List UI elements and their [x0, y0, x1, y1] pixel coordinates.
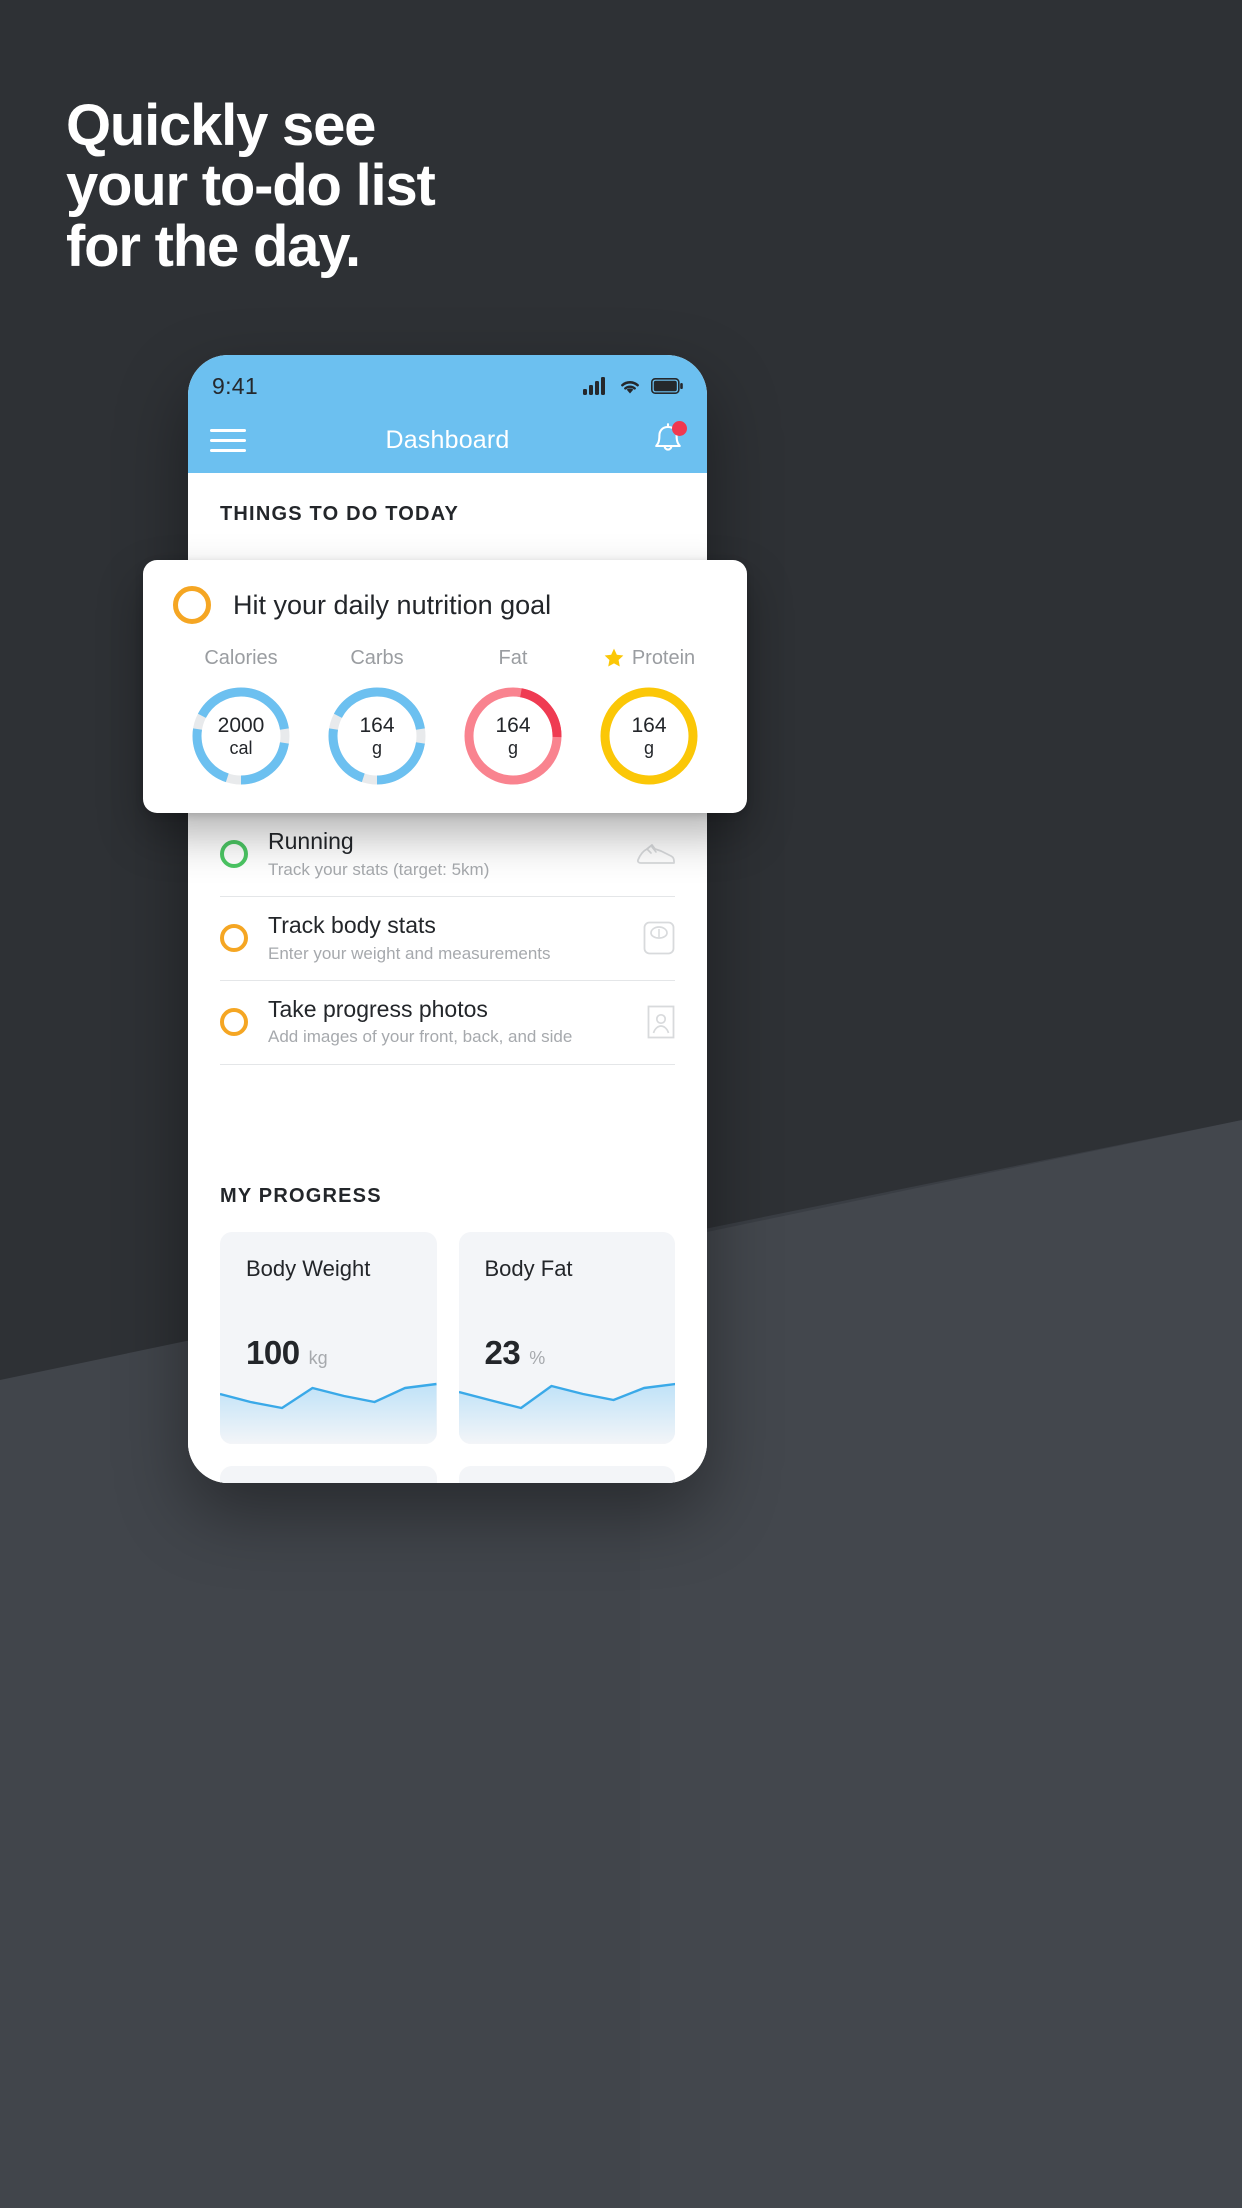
- page-title: Dashboard: [385, 425, 510, 454]
- ring-center-carbs: 164 g: [325, 684, 429, 788]
- ring-label: Protein: [603, 644, 695, 672]
- running-shoe-icon: [636, 844, 675, 864]
- nutrition-ring-calories[interactable]: Calories 2000 cal: [173, 644, 309, 788]
- progress-card-body-weight[interactable]: Body Weight 100 kg: [220, 1231, 437, 1444]
- ring-graphic-calories: 2000 cal: [189, 684, 293, 788]
- todo-item-running[interactable]: Running Track your stats (target: 5km): [220, 812, 675, 897]
- progress-card-grid-second-row: [188, 1444, 707, 1483]
- body-fat-sparkline: [458, 1366, 675, 1444]
- weight-scale-icon: [643, 921, 675, 955]
- todo-text-progress-photos: Take progress photos Add images of your …: [268, 995, 635, 1049]
- battery-icon: [651, 378, 683, 394]
- ring-graphic-protein: 164 g: [597, 684, 701, 788]
- ring-unit: g: [371, 737, 382, 758]
- todo-subtitle: Add images of your front, back, and side: [268, 1027, 573, 1047]
- progress-card-title: Body Fat: [484, 1255, 573, 1281]
- nutrition-goal-card[interactable]: Hit your daily nutrition goal Calories 2…: [143, 560, 747, 813]
- promo-headline: Quickly see your to-do list for the day.: [66, 93, 436, 279]
- cellular-signal-icon: [583, 377, 605, 395]
- navigation-bar: Dashboard: [188, 407, 707, 473]
- ring-value: 164: [359, 713, 395, 737]
- nutrition-ring-carbs[interactable]: Carbs 164 g: [309, 644, 445, 788]
- todo-item-body-stats[interactable]: Track body stats Enter your weight and m…: [220, 897, 675, 981]
- ring-value: 164: [631, 713, 667, 737]
- progress-card-title: Body Weight: [246, 1255, 371, 1281]
- todo-checkbox-body-stats[interactable]: [220, 923, 248, 952]
- headline-line-3: for the day.: [66, 213, 361, 279]
- todo-title: Running: [268, 828, 354, 854]
- headline-line-1: Quickly see: [66, 93, 376, 158]
- status-bar-icons: [583, 377, 683, 395]
- nutrition-checkbox[interactable]: [173, 586, 211, 624]
- wifi-icon: [621, 381, 639, 394]
- phone-mockup: 9:41 Dashboard THINGS TO DO TODAY Runnin…: [188, 355, 707, 1483]
- ring-label: Calories: [204, 646, 278, 669]
- ring-label: Fat: [498, 646, 528, 669]
- ring-center-protein: 164 g: [597, 684, 701, 788]
- ring-unit: g: [507, 737, 518, 758]
- todo-icon-wrapper: [635, 921, 675, 955]
- todo-checkbox-progress-photos[interactable]: [220, 1007, 248, 1036]
- todo-list: Running Track your stats (target: 5km) T…: [188, 812, 707, 1065]
- nutrition-card-title: Hit your daily nutrition goal: [233, 589, 552, 620]
- nutrition-ring-protein[interactable]: Protein 164 g: [581, 644, 717, 788]
- nutrition-card-header: Hit your daily nutrition goal: [173, 586, 717, 624]
- hamburger-menu-icon[interactable]: [210, 428, 246, 452]
- section-title-todo: THINGS TO DO TODAY: [220, 503, 460, 525]
- nutrition-rings: Calories 2000 cal Carbs 164 g Fat 164 g …: [173, 644, 717, 788]
- ring-value: 164: [495, 713, 531, 737]
- todo-subtitle: Enter your weight and measurements: [268, 943, 551, 963]
- progress-card-partial-left[interactable]: [220, 1465, 437, 1483]
- todo-subtitle: Track your stats (target: 5km): [268, 859, 490, 879]
- progress-card-grid: Body Weight 100 kg Body Fat 23 %: [188, 1208, 707, 1444]
- todo-item-progress-photos[interactable]: Take progress photos Add images of your …: [220, 981, 675, 1065]
- ring-graphic-fat: 164 g: [461, 684, 565, 788]
- ring-label: Carbs: [350, 646, 404, 669]
- ring-center-calories: 2000 cal: [189, 684, 293, 788]
- ring-unit: cal: [229, 737, 253, 758]
- nutrition-ring-fat[interactable]: Fat 164 g: [445, 644, 581, 788]
- phone-header: 9:41 Dashboard: [188, 355, 707, 473]
- ring-value: 2000: [217, 713, 265, 737]
- todo-checkbox-running[interactable]: [220, 839, 248, 868]
- todo-icon-wrapper: [635, 840, 675, 868]
- progress-card-partial-right[interactable]: [458, 1465, 675, 1483]
- todo-title: Take progress photos: [268, 995, 488, 1022]
- ring-unit: g: [643, 737, 654, 758]
- progress-card-body-fat[interactable]: Body Fat 23 %: [458, 1231, 675, 1444]
- section-title-progress: MY PROGRESS: [220, 1184, 382, 1207]
- status-bar-time: 9:41: [212, 372, 258, 399]
- ring-center-fat: 164 g: [461, 684, 565, 788]
- todo-text-body-stats: Track body stats Enter your weight and m…: [268, 911, 635, 965]
- headline-line-2: your to-do list: [66, 153, 436, 219]
- body-weight-sparkline: [220, 1366, 437, 1444]
- star-icon: [604, 648, 624, 667]
- notification-bell-button[interactable]: [651, 421, 687, 459]
- status-bar: 9:41: [188, 355, 707, 407]
- ring-graphic-carbs: 164 g: [325, 684, 429, 788]
- photo-person-icon: [647, 1005, 675, 1039]
- todo-icon-wrapper: [635, 1005, 675, 1039]
- notification-badge: [672, 421, 687, 436]
- todo-title: Track body stats: [268, 911, 436, 938]
- todo-text-running: Running Track your stats (target: 5km): [268, 827, 635, 881]
